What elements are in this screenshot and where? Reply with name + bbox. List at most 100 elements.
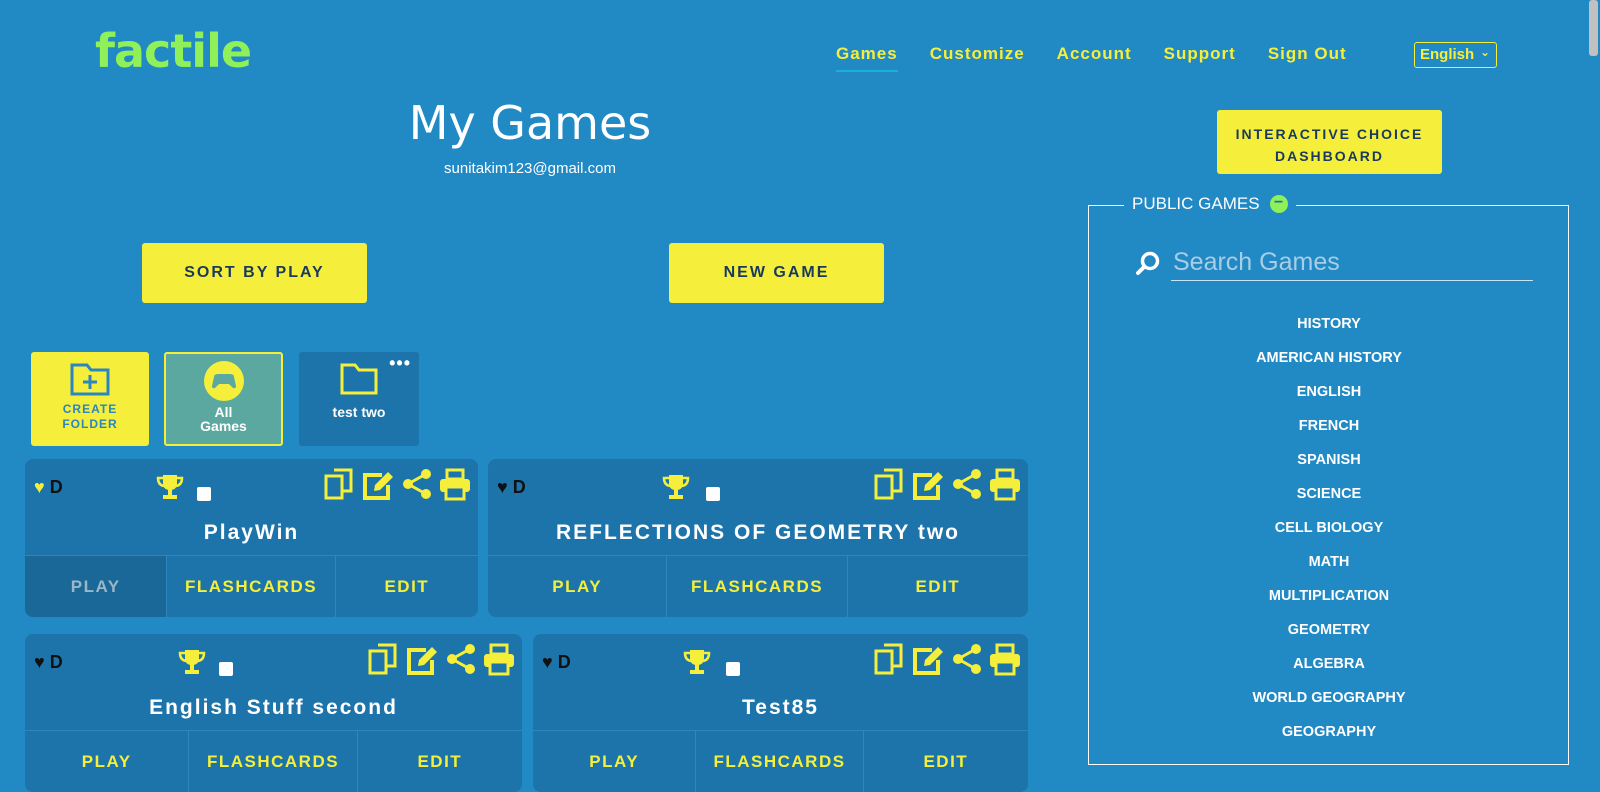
game-title: English Stuff second <box>149 696 398 719</box>
gamepad-icon <box>203 361 244 401</box>
favorite-toggle[interactable]: ♥ D <box>34 652 63 673</box>
edit-button[interactable]: EDIT <box>864 731 1028 792</box>
play-button[interactable]: PLAY <box>25 556 168 617</box>
category-link[interactable]: ALGEBRA <box>1229 652 1429 686</box>
category-link[interactable]: MULTIPLICATION <box>1229 584 1429 618</box>
card-letter: D <box>44 652 63 672</box>
game-title: PlayWin <box>203 521 300 544</box>
game-card: ♥ D PlayWin PLAY FLASHCARDS EDIT <box>25 459 478 617</box>
create-folder-button[interactable]: CREATE FOLDER <box>31 352 149 446</box>
page-title: My Games <box>408 96 652 150</box>
card-tools <box>362 642 516 676</box>
new-game-button[interactable]: NEW GAME <box>669 243 884 303</box>
copy-icon[interactable] <box>362 642 400 676</box>
card-actions: PLAY FLASHCARDS EDIT <box>25 555 478 617</box>
edit-icon[interactable] <box>906 642 946 676</box>
share-icon[interactable] <box>440 642 478 676</box>
edit-icon[interactable] <box>906 467 946 501</box>
print-icon[interactable] <box>434 467 472 501</box>
copy-icon[interactable] <box>868 467 906 501</box>
category-list: HISTORY AMERICAN HISTORY ENGLISH FRENCH SPAN… <box>1229 312 1429 754</box>
favorite-toggle[interactable]: ♥ D <box>542 652 571 673</box>
edit-button[interactable]: EDIT <box>336 556 478 617</box>
heart-icon: ♥ <box>542 652 553 672</box>
flashcards-button[interactable]: FLASHCARDS <box>167 556 336 617</box>
sort-by-play-button[interactable]: SORT BY PLAY <box>142 243 367 303</box>
search-bar <box>1135 244 1533 281</box>
top-nav: Games Customize Account Support Sign Out <box>836 44 1379 72</box>
category-link[interactable]: AMERICAN HISTORY <box>1229 346 1429 380</box>
select-checkbox[interactable] <box>706 487 720 501</box>
minus-icon[interactable]: − <box>1269 195 1288 213</box>
play-button[interactable]: PLAY <box>488 556 668 617</box>
category-link[interactable]: GEOMETRY <box>1229 618 1429 652</box>
edit-button[interactable]: EDIT <box>848 556 1028 617</box>
category-link[interactable]: CELL BIOLOGY <box>1229 516 1429 550</box>
copy-icon[interactable] <box>318 467 356 501</box>
language-select[interactable]: English ⌄ <box>1414 42 1497 68</box>
folder-test-two[interactable]: ••• test two <box>299 352 419 446</box>
trophy-icon[interactable] <box>177 648 207 681</box>
flashcards-button[interactable]: FLASHCARDS <box>696 731 864 792</box>
category-link[interactable]: WORLD GEOGRAPHY <box>1229 686 1429 720</box>
edit-icon[interactable] <box>356 467 396 501</box>
interactive-choice-dashboard-button[interactable]: INTERACTIVE CHOICE DASHBOARD <box>1217 110 1442 174</box>
heart-icon: ♥ <box>34 652 45 672</box>
trophy-icon[interactable] <box>661 473 691 506</box>
favorite-toggle[interactable]: ♥ D <box>34 477 63 498</box>
category-link[interactable]: MATH <box>1229 550 1429 584</box>
public-games-header: PUBLIC GAMES − <box>1124 194 1296 214</box>
print-icon[interactable] <box>984 467 1022 501</box>
user-email: sunitakim123@gmail.com <box>444 160 616 177</box>
game-card: ♥ D Test85 PLAY FLASHCARDS EDIT <box>533 634 1028 792</box>
nav-customize[interactable]: Customize <box>930 44 1025 72</box>
factile-logo[interactable]: factile <box>95 24 252 78</box>
folder-icon <box>340 363 378 395</box>
nav-account[interactable]: Account <box>1057 44 1132 72</box>
all-games-label: All Games <box>200 404 247 434</box>
category-link[interactable]: SPANISH <box>1229 448 1429 482</box>
play-button[interactable]: PLAY <box>25 731 190 792</box>
search-icon[interactable] <box>1135 250 1161 276</box>
favorite-toggle[interactable]: ♥ D <box>497 477 526 498</box>
card-letter: D <box>552 652 571 672</box>
nav-games[interactable]: Games <box>836 44 898 72</box>
category-link[interactable]: SCIENCE <box>1229 482 1429 516</box>
share-icon[interactable] <box>946 642 984 676</box>
card-actions: PLAY FLASHCARDS EDIT <box>488 555 1028 617</box>
nav-sign-out[interactable]: Sign Out <box>1268 44 1347 72</box>
nav-support[interactable]: Support <box>1164 44 1236 72</box>
category-link[interactable]: ENGLISH <box>1229 380 1429 414</box>
play-button[interactable]: PLAY <box>533 731 697 792</box>
share-icon[interactable] <box>946 467 984 501</box>
game-title: Test85 <box>742 696 819 719</box>
scrollbar-thumb[interactable] <box>1589 0 1598 56</box>
scrollbar[interactable] <box>1587 0 1600 745</box>
flashcards-button[interactable]: FLASHCARDS <box>667 556 848 617</box>
all-games-folder[interactable]: All Games <box>164 352 283 446</box>
category-link[interactable]: FRENCH <box>1229 414 1429 448</box>
game-card: ♥ D REFLECTIONS OF GEOMETRY two PLAY FLASHC… <box>488 459 1028 617</box>
print-icon[interactable] <box>478 642 516 676</box>
search-input[interactable] <box>1171 244 1533 281</box>
card-letter: D <box>44 477 63 497</box>
more-icon[interactable]: ••• <box>389 354 411 372</box>
trophy-icon[interactable] <box>155 473 185 506</box>
edit-button[interactable]: EDIT <box>358 731 522 792</box>
select-checkbox[interactable] <box>219 662 233 676</box>
game-card: ♥ D English Stuff second PLAY FLASHCARDS EDI… <box>25 634 522 792</box>
select-checkbox[interactable] <box>726 662 740 676</box>
trophy-icon[interactable] <box>682 648 712 681</box>
language-value: English <box>1420 46 1475 63</box>
flashcards-button[interactable]: FLASHCARDS <box>189 731 358 792</box>
heart-icon: ♥ <box>497 477 508 497</box>
print-icon[interactable] <box>984 642 1022 676</box>
copy-icon[interactable] <box>868 642 906 676</box>
category-link[interactable]: GEOGRAPHY <box>1229 720 1429 754</box>
select-checkbox[interactable] <box>197 487 211 501</box>
edit-icon[interactable] <box>400 642 440 676</box>
category-link[interactable]: HISTORY <box>1229 312 1429 346</box>
card-letter: D <box>507 477 526 497</box>
share-icon[interactable] <box>396 467 434 501</box>
card-actions: PLAY FLASHCARDS EDIT <box>533 730 1028 792</box>
